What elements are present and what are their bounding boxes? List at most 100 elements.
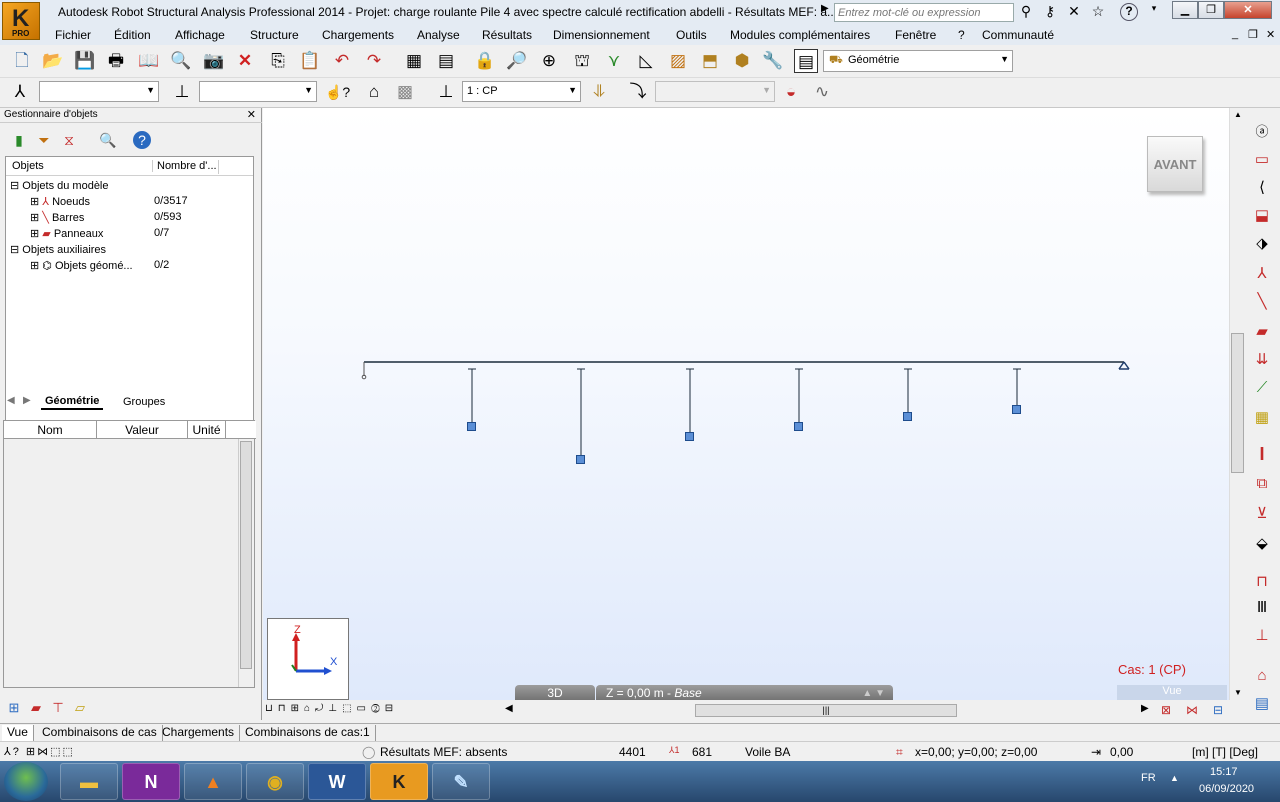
table-icon[interactable]: ▤ — [434, 49, 458, 73]
book-red-icon[interactable]: ▰ — [24, 696, 48, 720]
frame-icon[interactable]: ⊠ — [1155, 700, 1177, 720]
menu-communaute[interactable]: Communauté — [982, 28, 1054, 42]
properties-scrollbar[interactable] — [238, 439, 253, 687]
menu-fichier[interactable]: Fichier — [55, 28, 91, 42]
calculator-icon[interactable]: ▦ — [402, 49, 426, 73]
menu-fenetre[interactable]: Fenêtre — [895, 28, 936, 42]
close-button[interactable]: ✕ — [1224, 1, 1272, 19]
scroll-right-icon[interactable]: ▶ — [1141, 703, 1149, 714]
onenote-icon[interactable]: N — [122, 763, 180, 800]
selection-combo-1[interactable]: ▼ — [39, 81, 159, 102]
clock-time[interactable]: 15:17 — [1210, 766, 1238, 778]
z-level-arrows-icon[interactable]: ▲ ▼ — [862, 685, 885, 700]
search-icon[interactable]: 🔍 — [96, 128, 120, 152]
col-value[interactable]: Valeur — [97, 421, 188, 439]
word-icon[interactable]: W — [308, 763, 366, 800]
bar-tool-icon[interactable]: ⋎ — [602, 49, 626, 73]
panels-icon[interactable]: ▰ — [1250, 320, 1274, 344]
moving-load-icon[interactable]: ⊓ — [1250, 570, 1274, 594]
copy-icon[interactable]: ⎘ — [266, 49, 290, 73]
help-icon[interactable]: ? — [133, 131, 151, 149]
zoom-window-icon[interactable]: ⊕ — [537, 49, 561, 73]
tab-scroll-right-icon[interactable]: ▶ — [23, 395, 31, 406]
restore-button[interactable]: ❐ — [1198, 1, 1224, 19]
panel-display-icon[interactable]: ◒ — [779, 80, 803, 104]
zoom-icon[interactable]: 🔎 — [505, 49, 529, 73]
scroll-thumb[interactable] — [1231, 333, 1244, 473]
hatch-icon[interactable]: ▨ — [666, 49, 690, 73]
layout-combo[interactable]: ⛟ Géométrie ▼ — [823, 50, 1013, 72]
print-preview-icon[interactable]: 🔍 — [169, 49, 193, 73]
node-numbering-icon[interactable]: ⓐ — [1250, 120, 1274, 144]
redo-icon[interactable]: ↷ — [362, 49, 386, 73]
node-select-icon[interactable]: ⅄ — [8, 80, 32, 104]
grid-icon[interactable]: ▩ — [393, 80, 417, 104]
menu-dimensionnement[interactable]: Dimensionnement — [553, 28, 650, 42]
section-icon[interactable]: ▭ — [1250, 148, 1274, 172]
z-level-bar[interactable]: Z = 0,00 m - Base ▲ ▼ — [596, 685, 893, 700]
satellite-icon[interactable]: ✕ — [1064, 3, 1084, 21]
release-icon[interactable]: ⬗ — [1250, 232, 1274, 256]
col-count[interactable]: Nombre d'... — [152, 160, 217, 172]
elastic-support-icon[interactable]: ⊻ — [1250, 502, 1274, 526]
tree-item-panels[interactable]: ⊞ ▰ Panneaux 0/7 — [30, 227, 250, 243]
favorites-star-icon[interactable]: ☆ — [1088, 3, 1108, 21]
scroll-up-icon[interactable]: ▲ — [1234, 110, 1242, 119]
load-display-icon[interactable]: ⥥ — [587, 80, 611, 104]
explorer-icon[interactable]: ▬ — [60, 763, 118, 800]
expand-icon[interactable]: ⊟ — [10, 244, 19, 256]
section-icon[interactable]: ⬒ — [698, 49, 722, 73]
foundation-icon[interactable]: ⊥ — [1250, 624, 1274, 648]
menu-edition[interactable]: Édition — [114, 28, 151, 42]
col-objects[interactable]: Objets — [12, 160, 44, 172]
display-toggle-icons[interactable]: ⊔⊓⊞⌂⤾⊥⬚▭⓶⊟ — [265, 703, 495, 719]
menu-resultats[interactable]: Résultats — [482, 28, 532, 42]
diagram-icon[interactable]: ⟋ — [1250, 376, 1274, 400]
panel-yellow-icon[interactable]: ▱ — [68, 696, 92, 720]
vlc-icon[interactable]: ▲ — [184, 763, 242, 800]
truss-icon[interactable]: ⋈ — [1181, 700, 1203, 720]
expand-icon[interactable]: ⊟ — [10, 180, 19, 192]
model-viewport[interactable]: AVANT Z X Cas: 1 (CP) 3D Z = 0,00 m - Ba… — [263, 108, 1229, 700]
save-icon[interactable]: 💾 — [73, 49, 97, 73]
app-logo[interactable]: K PRO — [2, 2, 40, 40]
load-case-icon[interactable]: ⊥ — [434, 80, 458, 104]
filter-list-icon[interactable]: ▮ — [7, 128, 31, 152]
tab-combinaisons[interactable]: Combinaisons de cas — [37, 725, 163, 741]
tree-item-bars[interactable]: ⊞ ╲ Barres 0/593 — [30, 211, 250, 227]
load-case-combo[interactable]: 1 : CP ▼ — [462, 81, 581, 102]
paint-icon[interactable]: ✎ — [432, 763, 490, 800]
tree-item-nodes[interactable]: ⊞ ⅄ Noeuds 0/3517 — [30, 195, 250, 211]
binoculars-icon[interactable]: ⚲ — [1016, 3, 1036, 21]
tree-view-icon[interactable]: ⊞ — [2, 696, 26, 720]
start-button[interactable] — [4, 762, 48, 801]
building-icon[interactable]: ⌂ — [1250, 664, 1274, 688]
bar-shape-icon[interactable]: ⟨ — [1250, 176, 1274, 200]
tab-groups[interactable]: Groupes — [119, 395, 169, 409]
dynamic-icon[interactable]: ∿ — [810, 80, 834, 104]
lock-icon[interactable]: 🔒 — [473, 49, 497, 73]
key-icon[interactable]: ⚷ — [1040, 3, 1060, 21]
tree-item-model-objects[interactable]: ⊟ Objets du modèle — [10, 179, 109, 195]
bars-icon[interactable]: ╲ — [1250, 290, 1274, 314]
mode-icon[interactable]: ⤵ — [626, 80, 650, 104]
view-cube[interactable]: AVANT — [1147, 136, 1203, 192]
tab-chargements[interactable]: Chargements — [157, 725, 241, 741]
bar-select-icon[interactable]: ⊥ — [170, 80, 194, 104]
tab-geometry[interactable]: Géométrie — [41, 394, 104, 410]
help-dropdown-icon[interactable]: ▾ — [1144, 3, 1164, 21]
help-icon[interactable]: ? — [1120, 3, 1138, 21]
home-view-icon[interactable]: ⌂ — [362, 80, 386, 104]
measure-icon[interactable]: ◺ — [634, 49, 658, 73]
mdi-close-icon[interactable]: ✕ — [1266, 28, 1275, 41]
undo-icon[interactable]: ↶ — [330, 49, 354, 73]
book-icon[interactable]: 📖 — [137, 49, 161, 73]
expand-icon[interactable]: ⊞ — [30, 260, 39, 272]
title-expand-icon[interactable]: ▶ — [821, 3, 833, 21]
filter-icon[interactable]: ⏷ — [32, 128, 56, 152]
status-tool-icons[interactable]: ⅄? ⊞⋈⬚⬚ — [4, 745, 75, 758]
vehicle-icon[interactable]: Ⅲ — [1250, 596, 1274, 620]
paste-icon[interactable]: 📋 — [298, 49, 322, 73]
tab-vue[interactable]: Vue — [2, 725, 34, 741]
scroll-thumb[interactable] — [240, 441, 252, 669]
